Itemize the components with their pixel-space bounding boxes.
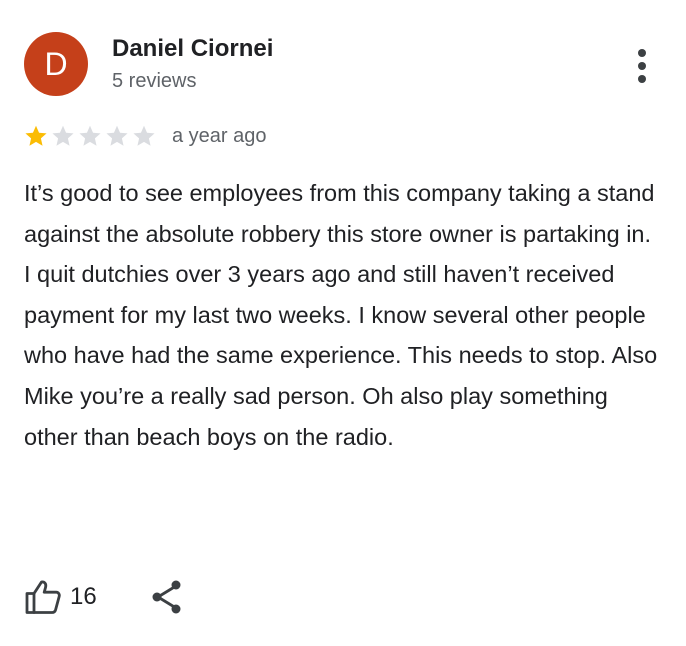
star-rating	[24, 124, 159, 148]
like-count: 16	[70, 583, 97, 610]
star-icon-1	[25, 125, 47, 146]
share-button[interactable]	[149, 576, 185, 618]
avatar-initial: D	[44, 45, 68, 82]
reviewer-name[interactable]: Daniel Ciornei	[112, 35, 273, 63]
review-actions: 16	[24, 576, 185, 618]
star-icon-4	[106, 125, 128, 146]
like-button[interactable]: 16	[24, 578, 97, 616]
star-icon-3	[79, 125, 101, 146]
review-card: D Daniel Ciornei 5 reviews a year ago It…	[0, 0, 686, 646]
star-icon-5	[133, 125, 155, 146]
review-text: It’s good to see employees from this com…	[24, 180, 658, 450]
reviewer-review-count[interactable]: 5 reviews	[112, 70, 196, 93]
thumbs-up-icon	[25, 580, 61, 614]
more-options-button[interactable]	[624, 42, 660, 90]
review-date: a year ago	[172, 124, 267, 147]
share-icon	[152, 580, 181, 614]
reviewer-avatar[interactable]: D	[24, 32, 88, 96]
rating-row: a year ago	[24, 120, 267, 152]
more-vert-icon	[638, 49, 646, 83]
star-icon-2	[52, 125, 74, 146]
